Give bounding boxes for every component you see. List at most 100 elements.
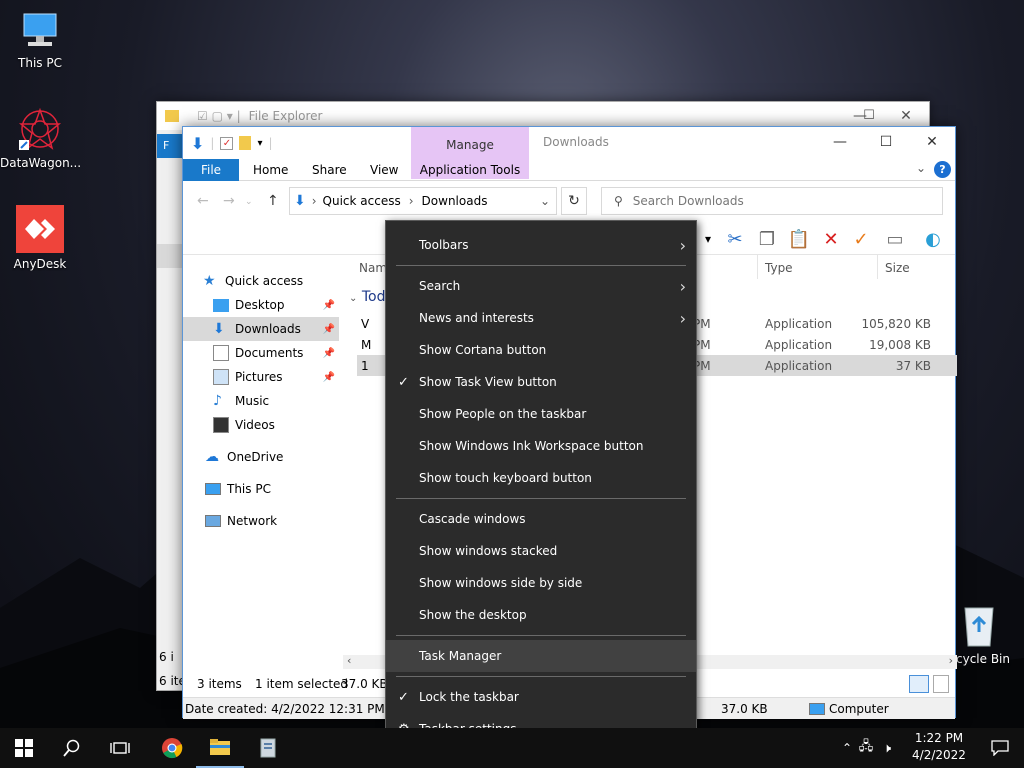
menu-item-show-windows-side-by-side[interactable]: Show windows side by side: [386, 567, 696, 599]
taskbar-file-explorer[interactable]: [196, 728, 244, 768]
column-header-type[interactable]: Type: [765, 261, 793, 275]
column-header-size[interactable]: Size: [885, 261, 910, 275]
menu-item-search[interactable]: Search ›: [386, 270, 696, 302]
nav-item-documents[interactable]: Documents 📌: [183, 341, 339, 365]
pin-icon[interactable]: 📌: [323, 348, 335, 359]
minimize-icon[interactable]: —: [817, 127, 863, 157]
desktop-icon-datawagon[interactable]: DataWagon...: [0, 106, 80, 170]
chevron-right-icon[interactable]: ›: [949, 654, 953, 667]
paste-icon[interactable]: 📋: [787, 227, 811, 251]
chevron-left-icon[interactable]: ‹: [347, 654, 351, 667]
tab-share[interactable]: Share: [312, 159, 347, 181]
manage-label: Manage: [446, 138, 494, 152]
nav-item-onedrive[interactable]: ☁ OneDrive: [183, 445, 339, 469]
details-view-icon[interactable]: [909, 675, 929, 693]
cloud-icon: ☁: [205, 449, 219, 465]
chevron-down-icon[interactable]: ⌄: [245, 197, 253, 207]
tab-home[interactable]: Home: [253, 159, 288, 181]
menu-item-show-task-view[interactable]: ✓ Show Task View button: [386, 366, 696, 398]
pin-icon[interactable]: 📌: [323, 300, 335, 311]
selection-size: 37.0 KB: [341, 677, 388, 691]
nav-item-downloads[interactable]: ⬇ Downloads 📌: [183, 317, 339, 341]
menu-item-show-desktop[interactable]: Show the desktop: [386, 599, 696, 631]
menu-item-toolbars[interactable]: Toolbars ›: [386, 229, 696, 261]
tab-view[interactable]: View: [370, 159, 398, 181]
chevron-right-icon: ›: [679, 235, 686, 255]
tab-file[interactable]: File: [183, 159, 239, 181]
breadcrumb-downloads[interactable]: Downloads: [422, 194, 488, 208]
help-icon[interactable]: ?: [934, 161, 951, 178]
nav-item-music[interactable]: ♪ Music: [183, 389, 339, 413]
nav-item-label: OneDrive: [227, 450, 284, 464]
checkmark-icon[interactable]: ✓: [849, 227, 873, 251]
music-icon: ♪: [213, 393, 222, 409]
refresh-button[interactable]: ↻: [561, 187, 587, 215]
download-arrow-icon[interactable]: ⬇: [191, 134, 204, 153]
nav-item-this-pc[interactable]: This PC: [183, 477, 339, 501]
chevron-down-icon[interactable]: ⌄: [916, 161, 926, 175]
rename-icon[interactable]: ▭: [883, 227, 907, 251]
nav-item-desktop[interactable]: Desktop 📌: [183, 293, 339, 317]
column-header-name[interactable]: Nam: [359, 261, 387, 275]
shell-icon[interactable]: ◐: [921, 227, 945, 251]
windows-logo-icon: [15, 739, 33, 757]
nav-item-label: Desktop: [235, 298, 285, 312]
copy-icon[interactable]: ❐: [755, 227, 779, 251]
chevron-down-icon[interactable]: ⌄: [540, 194, 550, 208]
file-size: 19,008 KB: [869, 338, 931, 352]
nav-item-network[interactable]: Network: [183, 509, 339, 533]
task-view-button[interactable]: [96, 728, 144, 768]
chevron-down-icon[interactable]: ▾: [701, 227, 715, 251]
pin-icon[interactable]: 📌: [323, 372, 335, 383]
pin-icon[interactable]: 📌: [323, 324, 335, 335]
nav-item-pictures[interactable]: Pictures 📌: [183, 365, 339, 389]
taskbar-app[interactable]: [244, 728, 292, 768]
nav-item-videos[interactable]: Videos: [183, 413, 339, 437]
search-button[interactable]: [48, 728, 96, 768]
desktop-icon-anydesk[interactable]: AnyDesk: [0, 205, 80, 271]
quick-access-toolbar: ⬇ | ✓ ▾ |: [191, 133, 273, 153]
clock[interactable]: 1:22 PM 4/2/2022: [904, 730, 974, 764]
network-icon[interactable]: 🖧: [856, 737, 876, 759]
nav-item-quick-access[interactable]: ★ Quick access: [203, 269, 359, 293]
file-tab[interactable]: F: [157, 134, 183, 158]
close-icon[interactable]: ✕: [909, 127, 955, 157]
menu-item-show-windows-stacked[interactable]: Show windows stacked: [386, 535, 696, 567]
nav-item-label: Downloads: [235, 322, 301, 336]
new-folder-icon[interactable]: [239, 136, 252, 150]
group-header[interactable]: ⌄ Tod: [349, 289, 385, 305]
tiles-view-icon[interactable]: [933, 675, 949, 693]
properties-icon[interactable]: ✓: [220, 136, 234, 150]
maximize-icon[interactable]: ☐: [863, 127, 909, 157]
back-arrow-icon[interactable]: ←: [197, 193, 209, 209]
taskbar-chrome[interactable]: [148, 728, 196, 768]
desktop-icon-label: AnyDesk: [13, 257, 67, 271]
search-input[interactable]: ⚲ Search Downloads: [601, 187, 943, 215]
nav-item-label: Music: [235, 394, 270, 408]
menu-item-show-touch-keyboard[interactable]: Show touch keyboard button: [386, 462, 696, 494]
up-arrow-icon[interactable]: ↑: [267, 193, 279, 209]
menu-item-show-cortana[interactable]: Show Cortana button: [386, 334, 696, 366]
menu-item-show-ink-workspace[interactable]: Show Windows Ink Workspace button: [386, 430, 696, 462]
chevron-up-icon[interactable]: ⌃: [838, 741, 856, 755]
forward-arrow-icon[interactable]: →: [223, 193, 235, 209]
delete-icon[interactable]: ✕: [819, 227, 843, 251]
selection-count: 1 item selected: [255, 677, 349, 691]
maximize-icon[interactable]: ☐: [846, 101, 892, 129]
menu-item-show-people[interactable]: Show People on the taskbar: [386, 398, 696, 430]
menu-item-task-manager[interactable]: Task Manager: [386, 640, 696, 672]
menu-item-news-and-interests[interactable]: News and interests ›: [386, 302, 696, 334]
cut-icon[interactable]: ✂: [723, 227, 747, 251]
window-title: Downloads: [543, 135, 609, 149]
action-center-button[interactable]: [976, 728, 1024, 768]
chevron-down-icon[interactable]: ▾: [257, 138, 262, 149]
volume-icon[interactable]: 🕨: [876, 741, 898, 756]
desktop-icon-this-pc[interactable]: This PC: [0, 8, 80, 70]
taskbar: ⌃ 🖧 🕨 1:22 PM 4/2/2022: [0, 728, 1024, 768]
menu-item-lock-taskbar[interactable]: ✓ Lock the taskbar: [386, 681, 696, 713]
start-button[interactable]: [0, 728, 48, 768]
menu-item-cascade-windows[interactable]: Cascade windows: [386, 503, 696, 535]
address-bar[interactable]: ⬇ › Quick access › Downloads ⌄: [289, 187, 557, 215]
computer-icon: [809, 703, 825, 715]
breadcrumb-quick-access[interactable]: Quick access: [323, 194, 401, 208]
